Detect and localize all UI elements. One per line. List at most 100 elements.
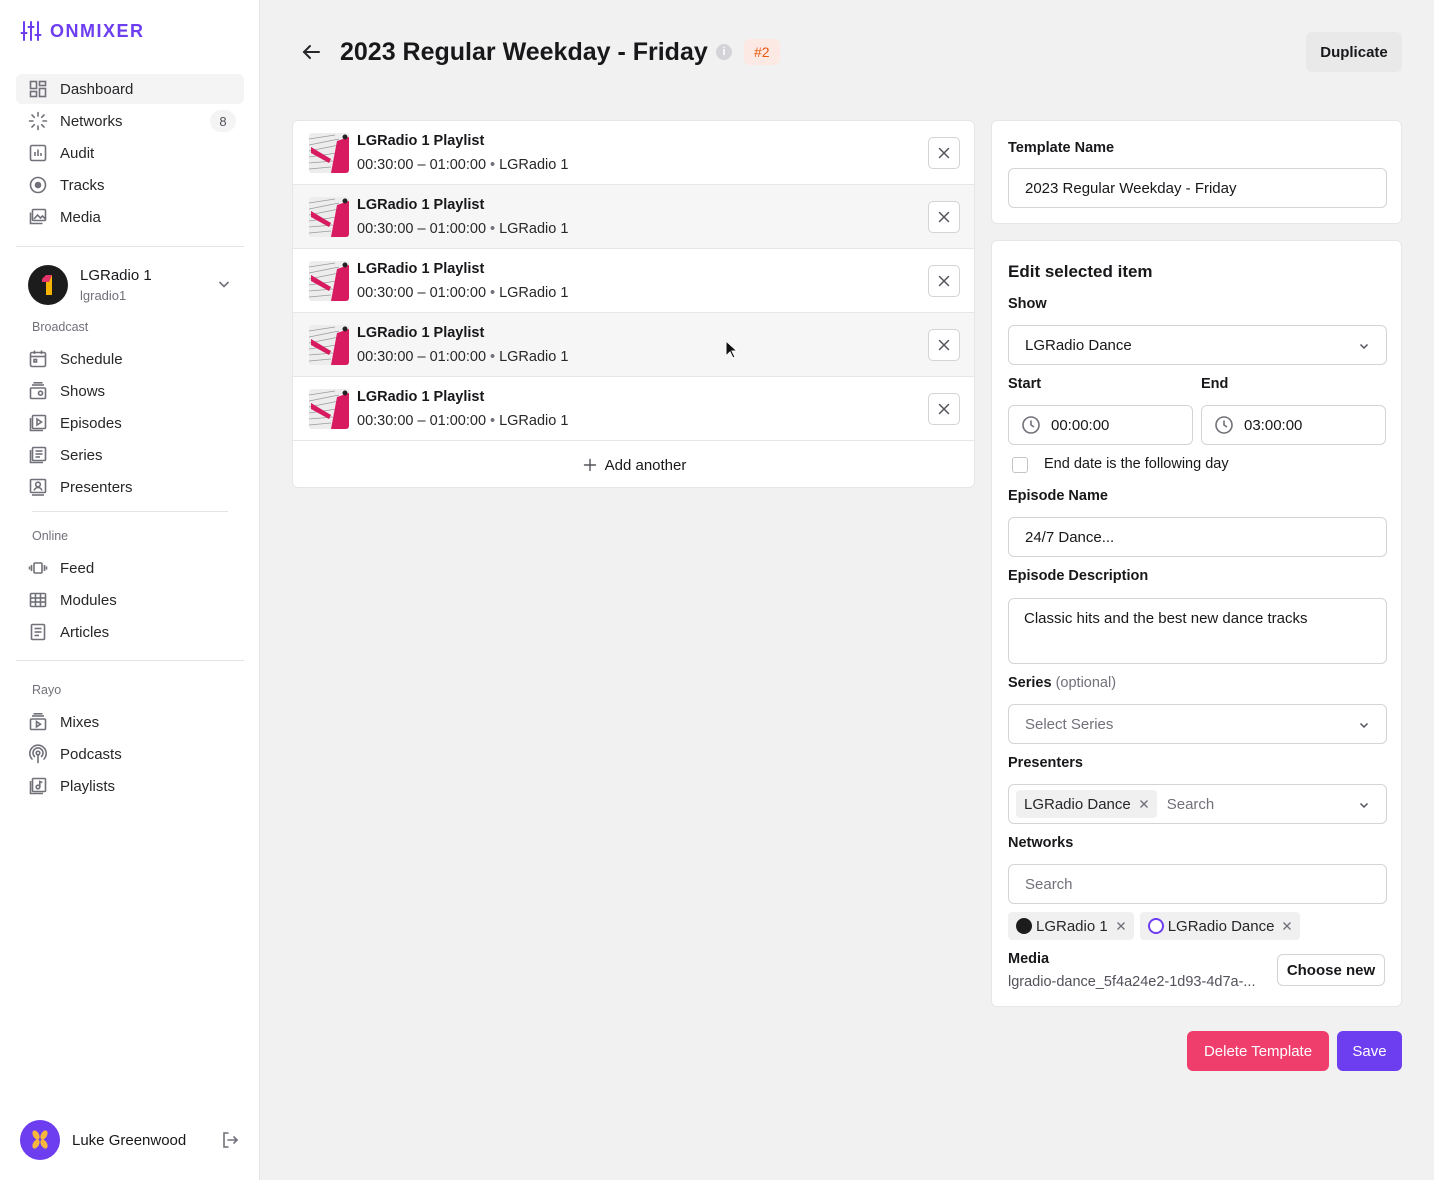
user-profile[interactable]: Luke Greenwood xyxy=(20,1120,244,1160)
series-label: Series (optional) xyxy=(1008,675,1116,691)
start-time-input[interactable]: 00:00:00 xyxy=(1008,405,1193,445)
schedule-item-subtitle: 00:30:00 – 01:00:00 • LGRadio 1 xyxy=(357,285,568,301)
schedule-item-row[interactable]: LGRadio 1 Playlist 00:30:00 – 01:00:00 • LG… xyxy=(293,249,974,313)
sidebar-item-articles[interactable]: Articles xyxy=(16,617,244,647)
remove-item-button[interactable] xyxy=(928,265,960,297)
end-time-value: 03:00:00 xyxy=(1244,416,1303,434)
sidebar-item-networks[interactable]: Networks 8 xyxy=(16,106,244,136)
playlist-thumbnail xyxy=(309,261,349,301)
episodes-icon xyxy=(29,414,47,432)
episode-description-textarea[interactable]: Classic hits and the best new dance trac… xyxy=(1008,598,1387,664)
media-label: Media xyxy=(1008,951,1050,967)
sidebar-item-feed[interactable]: Feed xyxy=(16,553,244,583)
sidebar-item-label: Shows xyxy=(60,382,106,400)
add-another-button[interactable]: Add another xyxy=(293,441,974,487)
remove-item-button[interactable] xyxy=(928,137,960,169)
network-chips: LGRadio 1 LGRadio Dance xyxy=(1008,912,1301,940)
clock-icon xyxy=(1022,416,1040,434)
close-icon xyxy=(938,147,950,159)
presenters-icon xyxy=(29,478,47,496)
chevron-down-icon xyxy=(1359,802,1369,809)
show-label: Show xyxy=(1008,296,1047,312)
end-label: End xyxy=(1201,376,1229,392)
close-icon[interactable] xyxy=(1282,921,1292,931)
sidebar-item-label: Series xyxy=(60,446,103,464)
sidebar-item-shows[interactable]: Shows xyxy=(16,376,244,406)
sidebar-item-audit[interactable]: Audit xyxy=(16,138,244,168)
sidebar-item-schedule[interactable]: Schedule xyxy=(16,344,244,374)
sidebar-item-label: Feed xyxy=(60,559,95,577)
sidebar-item-podcasts[interactable]: Podcasts xyxy=(16,739,244,769)
start-time-value: 00:00:00 xyxy=(1051,416,1110,434)
show-select-value: LGRadio Dance xyxy=(1025,336,1132,354)
info-icon[interactable]: i xyxy=(716,44,732,60)
network-chip-label: LGRadio Dance xyxy=(1167,917,1275,935)
modules-icon xyxy=(29,592,47,608)
sidebar-divider xyxy=(32,511,228,512)
sidebar-item-modules[interactable]: Modules xyxy=(16,585,244,615)
station-switcher[interactable]: LGRadio 1 lgradio1 xyxy=(16,262,244,308)
remove-item-button[interactable] xyxy=(928,201,960,233)
playlist-thumbnail-icon xyxy=(309,325,349,365)
mouse-cursor-icon xyxy=(725,340,739,359)
choose-new-media-button[interactable]: Choose new xyxy=(1277,954,1385,986)
networks-icon xyxy=(28,111,48,131)
sidebar-item-label: Playlists xyxy=(60,777,116,795)
schedule-item-row[interactable]: LGRadio 1 Playlist 00:30:00 – 01:00:00 • LG… xyxy=(293,185,974,249)
presenters-multiselect[interactable]: LGRadio Dance Search xyxy=(1008,784,1387,824)
edit-item-title: Edit selected item xyxy=(1008,262,1153,281)
app-logo[interactable]: ONMIXER xyxy=(20,20,145,42)
lgradio-logo-icon xyxy=(42,275,52,295)
edit-item-card: Edit selected item Show LGRadio Dance St… xyxy=(991,240,1402,1007)
remove-item-button[interactable] xyxy=(928,393,960,425)
logout-icon[interactable] xyxy=(220,1130,240,1150)
sidebar-item-playlists[interactable]: Playlists xyxy=(16,771,244,801)
series-select[interactable]: Select Series xyxy=(1008,704,1387,744)
schedule-item-title: LGRadio 1 Playlist xyxy=(357,389,485,405)
network-chip: LGRadio 1 xyxy=(1008,912,1134,940)
separator-dot: • xyxy=(490,157,496,173)
sidebar-item-label: Presenters xyxy=(60,478,133,496)
show-select[interactable]: LGRadio Dance xyxy=(1008,325,1387,365)
tracks-icon xyxy=(29,176,47,194)
sidebar-item-dashboard[interactable]: Dashboard xyxy=(16,74,244,104)
end-next-day-checkbox[interactable] xyxy=(1012,457,1028,473)
sidebar-item-episodes[interactable]: Episodes xyxy=(16,408,244,438)
sidebar-item-label: Mixes xyxy=(60,713,100,731)
back-arrow-icon[interactable] xyxy=(300,40,324,64)
sidebar-item-tracks[interactable]: Tracks xyxy=(16,170,244,200)
template-name-input[interactable]: 2023 Regular Weekday - Friday xyxy=(1008,168,1387,208)
playlists-icon xyxy=(29,777,47,795)
close-icon[interactable] xyxy=(1139,799,1149,809)
podcasts-icon xyxy=(29,744,47,764)
sidebar-item-presenters[interactable]: Presenters xyxy=(16,472,244,502)
schedule-item-row[interactable]: LGRadio 1 Playlist 00:30:00 – 01:00:00 • LG… xyxy=(293,313,974,377)
network-chip-label: LGRadio 1 xyxy=(1036,917,1108,935)
delete-template-button[interactable]: Delete Template xyxy=(1187,1031,1329,1071)
schedule-item-subtitle: 00:30:00 – 01:00:00 • LGRadio 1 xyxy=(357,413,568,429)
schedule-item-row[interactable]: LGRadio 1 Playlist 00:30:00 – 01:00:00 • LG… xyxy=(293,377,974,441)
schedule-item-network: LGRadio 1 xyxy=(499,221,569,237)
sidebar-item-mixes[interactable]: Mixes xyxy=(16,707,244,737)
close-icon[interactable] xyxy=(1116,921,1126,931)
save-button[interactable]: Save xyxy=(1337,1031,1402,1071)
schedule-item-time: 00:30:00 – 01:00:00 xyxy=(357,413,487,429)
sidebar-item-media[interactable]: Media xyxy=(16,202,244,232)
presenters-search-placeholder[interactable]: Search xyxy=(1167,796,1215,813)
schedule-item-network: LGRadio 1 xyxy=(499,285,569,301)
start-label: Start xyxy=(1008,376,1042,392)
sidebar-item-series[interactable]: Series xyxy=(16,440,244,470)
media-filename: lgradio-dance_5f4a24e2-1d93-4d7a-... xyxy=(1008,974,1256,990)
playlist-thumbnail xyxy=(309,133,349,173)
sidebar-item-label: Dashboard xyxy=(60,80,134,98)
add-another-label: Add another xyxy=(604,456,687,474)
episode-name-input[interactable]: 24/7 Dance... xyxy=(1008,517,1387,557)
remove-item-button[interactable] xyxy=(928,329,960,361)
end-time-input[interactable]: 03:00:00 xyxy=(1201,405,1386,445)
schedule-item-row[interactable]: LGRadio 1 Playlist 00:30:00 – 01:00:00 • LG… xyxy=(293,121,974,185)
playlist-thumbnail-icon xyxy=(309,261,349,301)
duplicate-button[interactable]: Duplicate xyxy=(1306,32,1402,72)
sidebar-divider xyxy=(16,246,244,247)
presenter-chip-label: LGRadio Dance xyxy=(1024,795,1131,813)
networks-search-input[interactable]: Search xyxy=(1008,864,1387,904)
